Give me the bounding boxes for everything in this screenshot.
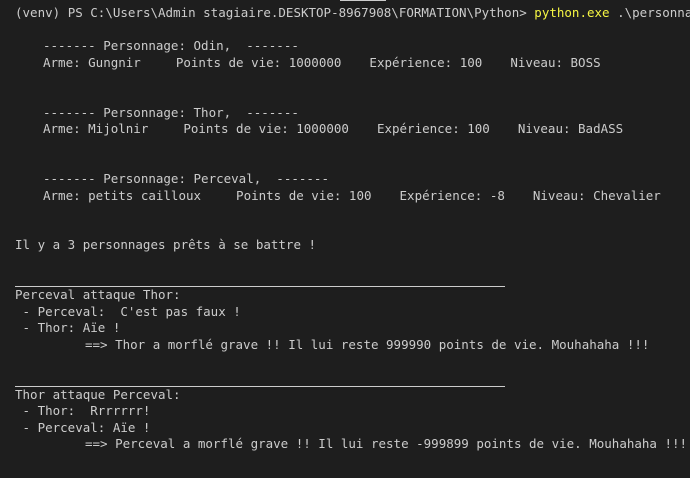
character-stats: Arme: Gungnir Points de vie: 1000000 Expér… (43, 54, 601, 70)
fight-line: - Perceval: Aïe ! (15, 419, 151, 435)
fight-result: ==> Thor a morflé grave !! Il lui reste … (85, 336, 650, 352)
scroll-separator (340, 0, 386, 1)
character-header: ------- Personnage: Thor, ------- (43, 104, 299, 120)
command-args: .\personnage.py (617, 5, 690, 20)
fight-line: - Perceval: C'est pas faux ! (15, 303, 241, 319)
fight-result: ==> Perceval a morflé grave !! Il lui re… (85, 436, 688, 452)
summary-line: Il y a 3 personnages prêts à se battre ! (15, 237, 317, 253)
fight-separator (15, 271, 690, 288)
fight-line: - Thor: Rrrrrrr! (15, 403, 151, 419)
character-stats: Arme: petits cailloux Points de vie: 100 E… (43, 187, 661, 203)
fight-title: Thor attaque Perceval: (15, 386, 181, 402)
fight-separator (15, 370, 690, 387)
fight-line: - Thor: Aïe ! (15, 320, 121, 336)
character-header: ------- Personnage: Odin, ------- (43, 38, 299, 54)
prompt-line: (venv) PS C:\Users\Admin stagiaire.DESKT… (15, 5, 690, 22)
prompt-path: PS C:\Users\Admin stagiaire.DESKTOP-8967… (67, 5, 527, 20)
character-stats: Arme: Mijolnir Points de vie: 1000000 Expé… (43, 121, 624, 137)
venv-label: (venv) (15, 5, 61, 20)
terminal-window[interactable]: (venv) PS C:\Users\Admin stagiaire.DESKT… (0, 0, 690, 478)
fight-title: Perceval attaque Thor: (15, 287, 181, 303)
character-header: ------- Personnage: Perceval, ------- (43, 170, 329, 186)
command-name: python.exe (534, 5, 610, 20)
